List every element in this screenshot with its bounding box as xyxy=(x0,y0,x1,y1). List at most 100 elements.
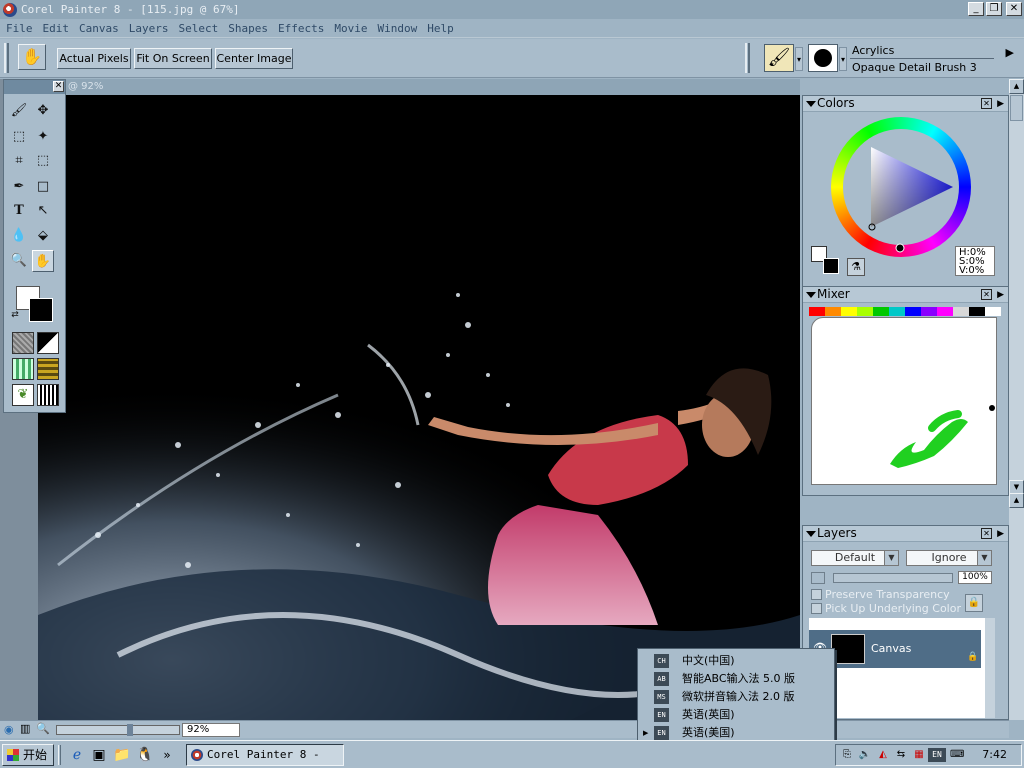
close-button[interactable]: ✕ xyxy=(1006,2,1022,16)
zoom-value-field[interactable]: 92% xyxy=(182,723,240,737)
antivirus-icon[interactable]: ◭ xyxy=(876,748,890,762)
menu-shapes[interactable]: Shapes xyxy=(223,22,273,35)
colors-panel-close-icon[interactable]: ✕ xyxy=(981,98,992,109)
show-desktop-icon[interactable]: ▣ xyxy=(90,746,108,764)
rectangle-shape-tool-icon[interactable]: □ xyxy=(32,176,54,198)
preserve-transparency-checkbox[interactable] xyxy=(811,589,822,600)
restore-button[interactable]: ❐ xyxy=(986,2,1002,16)
network-icon[interactable]: ⎘ xyxy=(840,748,854,762)
language-indicator[interactable]: EN xyxy=(928,748,946,762)
menu-edit[interactable]: Edit xyxy=(38,22,75,35)
crop-tool-icon[interactable]: ⌗ xyxy=(8,150,30,172)
layers-panel-menu-icon[interactable]: ▶ xyxy=(997,527,1004,542)
menu-movie[interactable]: Movie xyxy=(329,22,372,35)
layers-panel-close-icon[interactable]: ✕ xyxy=(981,528,992,539)
rectangular-selection-tool-icon[interactable]: ⬚ xyxy=(8,126,30,148)
input-method-item[interactable]: CH 中文(中国) xyxy=(638,652,834,670)
mixer-panel-menu-icon[interactable]: ▶ xyxy=(997,288,1004,303)
zoom-slider[interactable] xyxy=(56,724,180,736)
mixer-swatch[interactable] xyxy=(841,307,857,316)
grabber-hand-tool-icon[interactable]: ✋ xyxy=(32,250,54,272)
menu-help[interactable]: Help xyxy=(422,22,459,35)
weaves-selector-icon[interactable] xyxy=(37,358,59,380)
internet-explorer-icon[interactable]: ℯ xyxy=(68,746,86,764)
main-color-swatch[interactable] xyxy=(29,298,53,322)
nozzle-selector-icon[interactable]: ❦ xyxy=(12,384,34,406)
tracing-icon[interactable]: ▥ xyxy=(20,722,30,735)
pattern-selector-icon[interactable] xyxy=(12,358,34,380)
mixer-swatch[interactable] xyxy=(969,307,985,316)
brush-dab-icon[interactable] xyxy=(808,44,838,72)
center-image-button[interactable]: Center Image xyxy=(215,48,293,69)
opacity-value[interactable]: 100% xyxy=(958,571,992,584)
colors-main-swatch[interactable] xyxy=(823,258,839,274)
opacity-slider[interactable] xyxy=(833,573,953,583)
magnifier-tool-icon[interactable]: 🔍 xyxy=(8,250,30,272)
shape-selection-tool-icon[interactable]: ↖ xyxy=(32,200,54,222)
brush-variant-dropdown[interactable]: ▾ xyxy=(839,47,847,71)
painter-app-icon[interactable] xyxy=(3,2,17,17)
swap-colors-icon[interactable]: ⇄ xyxy=(8,308,22,322)
document-canvas[interactable] xyxy=(38,95,800,720)
explorer-icon[interactable]: 📁 xyxy=(113,746,131,764)
input-method-item[interactable]: MS 微软拼音输入法 2.0 版 xyxy=(638,688,834,706)
mixer-swatch[interactable] xyxy=(889,307,905,316)
start-button[interactable]: 开始 xyxy=(2,744,54,766)
scroll-up-icon[interactable]: ▲ xyxy=(1009,79,1024,94)
mixer-swatch[interactable] xyxy=(873,307,889,316)
scroll-thumb[interactable] xyxy=(1010,95,1023,121)
brush-category-label[interactable]: Acrylics xyxy=(852,44,894,57)
colors-panel-header[interactable]: Colors ✕ ▶ xyxy=(803,96,1008,112)
toolbox-close-icon[interactable]: ✕ xyxy=(53,81,64,92)
actual-pixels-button[interactable]: Actual Pixels xyxy=(57,48,131,69)
fit-on-screen-button[interactable]: Fit On Screen xyxy=(134,48,212,69)
mixer-swatch[interactable] xyxy=(937,307,953,316)
mixer-pad[interactable] xyxy=(811,317,997,485)
menu-window[interactable]: Window xyxy=(372,22,422,35)
scroll-up-icon[interactable]: ▲ xyxy=(1009,493,1024,508)
lock-layer-icon[interactable]: 🔒 xyxy=(965,594,983,612)
brush-selector-menu-icon[interactable]: ▶ xyxy=(1006,46,1014,59)
layer-list-scrollbar[interactable] xyxy=(985,618,995,718)
quicklaunch-chevron-icon[interactable]: » xyxy=(158,746,176,764)
clone-color-icon[interactable]: ⚗ xyxy=(847,258,865,276)
mixer-swatch[interactable] xyxy=(953,307,969,316)
menu-select[interactable]: Select xyxy=(174,22,224,35)
brush-variant-label[interactable]: Opaque Detail Brush 3 xyxy=(852,61,977,74)
chevron-down-icon[interactable]: ▼ xyxy=(977,551,991,565)
mixer-panel-close-icon[interactable]: ✕ xyxy=(981,289,992,300)
grabber-tool-icon[interactable]: ✋ xyxy=(18,44,46,70)
clock[interactable]: 7:42 xyxy=(982,748,1007,762)
firewall-icon[interactable]: ▦ xyxy=(912,748,926,762)
menu-canvas[interactable]: Canvas xyxy=(74,22,124,35)
mixer-swatch[interactable] xyxy=(825,307,841,316)
mixer-panel-header[interactable]: Mixer ✕ ▶ xyxy=(803,287,1008,303)
qq-icon[interactable]: 🐧 xyxy=(136,746,154,764)
composite-depth-select[interactable]: Ignore ▼ xyxy=(906,550,992,566)
drawing-mode-icon[interactable]: ◉ xyxy=(4,723,14,736)
brush-category-icon[interactable]: 🖌 xyxy=(764,44,794,72)
paper-selector-icon[interactable] xyxy=(12,332,34,354)
paint-bucket-tool-icon[interactable]: ⬙ xyxy=(32,225,54,247)
keyboard-icon[interactable]: ⌨ xyxy=(950,748,964,762)
text-tool-icon[interactable]: T xyxy=(8,200,30,222)
zoom-icon[interactable]: 🔍 xyxy=(36,722,50,735)
chevron-down-icon[interactable]: ▼ xyxy=(884,551,898,565)
layers-panel-header[interactable]: Layers ✕ ▶ xyxy=(803,526,1008,542)
mixer-swatch[interactable] xyxy=(809,307,825,316)
menu-layers[interactable]: Layers xyxy=(124,22,174,35)
pen-tool-icon[interactable]: ✒ xyxy=(8,176,30,198)
palette-scrollbar[interactable]: ▲ ▼ ▲ xyxy=(1009,79,1024,720)
pick-up-underlying-color-checkbox[interactable] xyxy=(811,603,822,614)
toolbox-titlebar[interactable]: ✕ xyxy=(4,80,65,94)
composite-method-select[interactable]: Default ▼ xyxy=(811,550,899,566)
brush-selector-grip[interactable] xyxy=(745,43,750,73)
minimize-button[interactable]: _ xyxy=(968,2,984,16)
gradient-selector-icon[interactable] xyxy=(37,332,59,354)
input-method-item[interactable]: EN 英语(英国) xyxy=(638,706,834,724)
menu-effects[interactable]: Effects xyxy=(273,22,329,35)
colors-panel-menu-icon[interactable]: ▶ xyxy=(997,97,1004,112)
brush-category-dropdown[interactable]: ▾ xyxy=(795,47,803,71)
looks-selector-icon[interactable] xyxy=(37,384,59,406)
layer-adjuster-tool-icon[interactable]: ✥ xyxy=(32,100,54,122)
